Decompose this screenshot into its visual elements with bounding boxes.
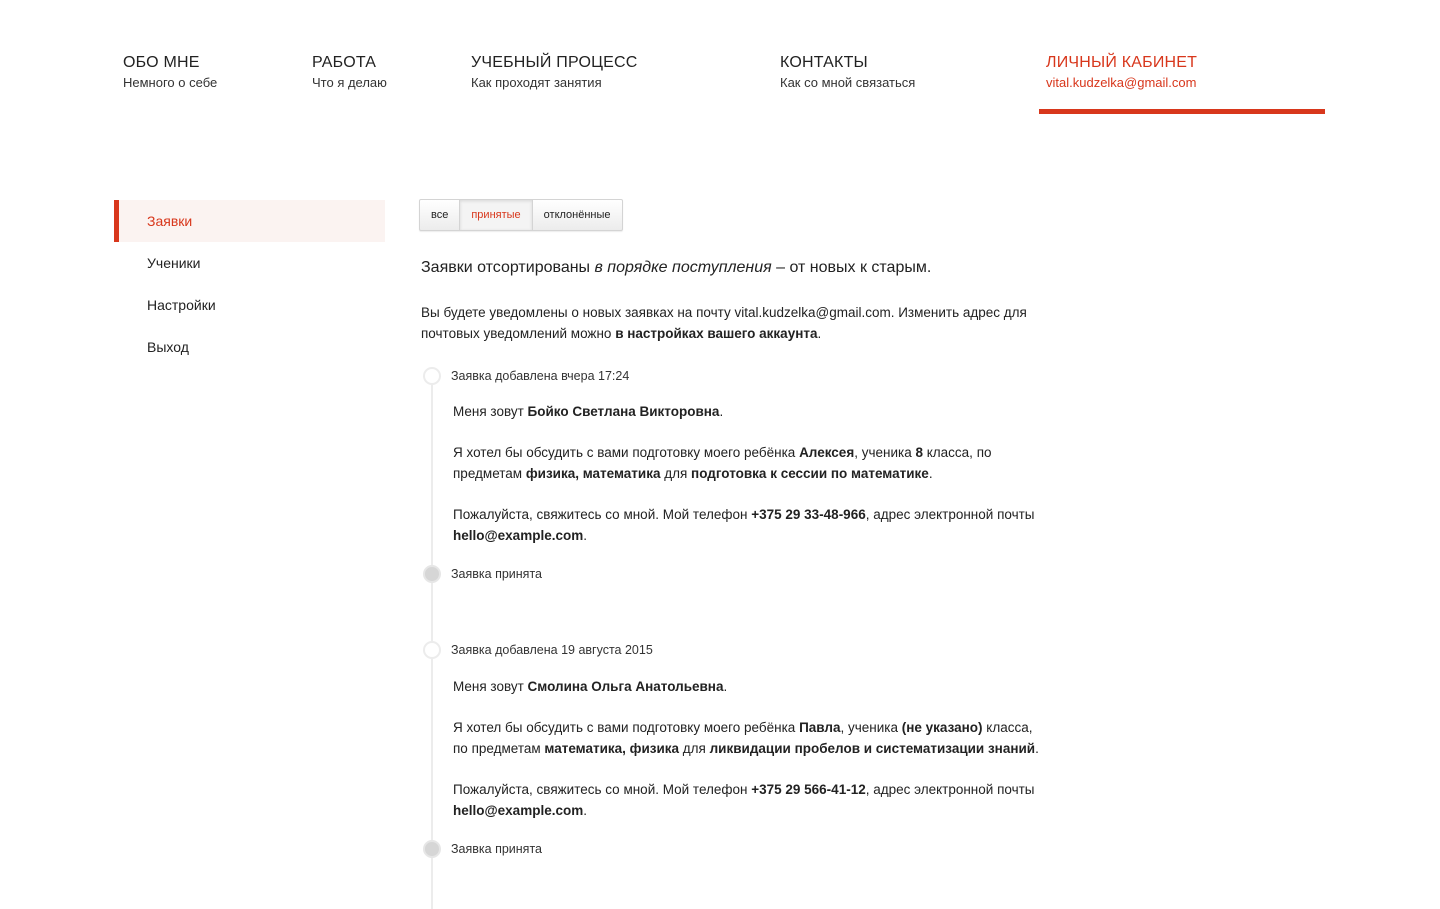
timeline-filled-dot-icon [423,565,441,583]
timeline-open-dot-icon [423,367,441,385]
text: . [583,803,587,818]
request-status-label: Заявка принята [451,842,542,856]
request-message: Меня зовут Смолина Ольга Анатольевна. Я … [421,676,1041,821]
timeline-filled-dot-icon [423,840,441,858]
sidebar-item-logout[interactable]: Выход [114,326,385,368]
text: , ученика [854,445,916,460]
sidebar-item-students[interactable]: Ученики [114,242,385,284]
sidebar-item-settings[interactable]: Настройки [114,284,385,326]
request-status-event: Заявка принята [421,564,1041,584]
text: Пожалуйста, свяжитесь со мной. Мой телеф… [453,507,752,522]
sort-description-text: Заявки отсортированы [421,259,595,276]
request-status-label: Заявка принята [451,567,542,581]
text: . [583,528,587,543]
text: . [719,404,724,419]
request-added-label: Заявка добавлена 19 августа 2015 [451,643,653,657]
text: Я хотел бы обсудить с вами подготовку мо… [453,720,800,735]
nav-about-title: ОБО МНЕ [123,54,200,71]
text: . [1035,741,1039,756]
sidebar-item-requests[interactable]: Заявки [114,200,385,242]
text: , ученика [840,720,902,735]
sidebar: Заявки Ученики Настройки Выход [114,200,385,368]
nav-contacts[interactable]: КОНТАКТЫ Как со мной связаться [780,53,915,92]
subjects: математика, физика [544,741,680,756]
sort-description-emphasis: в порядке поступления [594,259,772,276]
filter-rejected-button[interactable]: отклонённые [533,200,622,230]
nav-process[interactable]: УЧЕБНЫЙ ПРОЦЕСС Как проходят занятия [471,53,638,92]
parent-name: Смолина Ольга Анатольевна [527,679,724,694]
nav-account[interactable]: ЛИЧНЫЙ КАБИНЕТ vital.kudzelka@gmail.com [1046,53,1197,92]
nav-about-subtitle: Немного о себе [123,75,218,90]
nav-work[interactable]: РАБОТА Что я делаю [312,53,387,92]
request-details: Я хотел бы обсудить с вами подготовку мо… [453,717,1041,759]
request-intro: Меня зовут Смолина Ольга Анатольевна. [453,676,1041,697]
nav-contacts-subtitle: Как со мной связаться [780,75,916,90]
nav-work-title: РАБОТА [312,54,377,71]
email-notice-tail: . [817,326,822,341]
nav-process-title: УЧЕБНЫЙ ПРОЦЕСС [471,54,638,71]
filter-all-button[interactable]: все [420,200,461,230]
phone-number: +375 29 33-48-966 [751,507,866,522]
grade: (не указано) [901,720,983,735]
text: . [928,466,933,481]
text: Я хотел бы обсудить с вами подготовку мо… [453,445,800,460]
requests-timeline: Заявка добавлена вчера 17:24 Меня зовут … [421,366,1041,909]
nav-active-underline [1039,109,1325,114]
text: Меня зовут [453,679,528,694]
phone-number: +375 29 566-41-12 [751,782,866,797]
account-settings-link[interactable]: в настройках вашего аккаунта [615,326,817,341]
goal: ликвидации пробелов и систематизации зна… [709,741,1036,756]
request-added-label: Заявка добавлена вчера 17:24 [451,369,630,383]
request-contacts: Пожалуйста, свяжитесь со мной. Мой телеф… [453,779,1041,821]
child-name: Алексея [799,445,855,460]
request-status-event: Заявка принята [421,839,1041,859]
contact-email: hello@example.com [453,803,584,818]
text: для [660,466,692,481]
nav-about[interactable]: ОБО МНЕ Немного о себе [123,53,217,92]
nav-contacts-title: КОНТАКТЫ [780,54,868,71]
timeline-open-dot-icon [423,641,441,659]
nav-account-title: ЛИЧНЫЙ КАБИНЕТ [1046,54,1198,71]
request-added-event: Заявка добавлена вчера 17:24 [421,366,1041,386]
child-name: Павла [799,720,841,735]
text: . [723,679,728,694]
text: Меня зовут [453,404,528,419]
text: Пожалуйста, свяжитесь со мной. Мой телеф… [453,782,752,797]
email-notice: Вы будете уведомлены о новых заявках на … [421,302,1041,344]
filter-accepted-button[interactable]: принятые [460,200,533,230]
sort-description-tail: – от новых к старым. [771,259,932,276]
content-header: Заявки отсортированы в порядке поступлен… [421,257,1041,344]
top-navigation: ОБО МНЕ Немного о себе РАБОТА Что я дела… [0,0,1440,120]
request-added-event: Заявка добавлена 19 августа 2015 [421,640,1041,660]
goal: подготовка к сессии по математике [691,466,929,481]
text: , адрес электронной почты [865,507,1035,522]
text: , адрес электронной почты [865,782,1035,797]
contact-email: hello@example.com [453,528,584,543]
request-message: Меня зовут Бойко Светлана Викторовна. Я … [421,401,1041,546]
text: для [679,741,710,756]
parent-name: Бойко Светлана Викторовна [527,404,720,419]
nav-account-email: vital.kudzelka@gmail.com [1046,75,1197,90]
grade: 8 [915,445,923,460]
request-intro: Меня зовут Бойко Светлана Викторовна. [453,401,1041,422]
subjects: физика, математика [525,466,661,481]
filter-tabs: все принятые отклонённые [419,199,623,231]
nav-work-subtitle: Что я делаю [312,75,387,90]
nav-process-subtitle: Как проходят занятия [471,75,602,90]
request-details: Я хотел бы обсудить с вами подготовку мо… [453,442,1041,484]
request-contacts: Пожалуйста, свяжитесь со мной. Мой телеф… [453,504,1041,546]
sort-description: Заявки отсортированы в порядке поступлен… [421,257,1041,279]
